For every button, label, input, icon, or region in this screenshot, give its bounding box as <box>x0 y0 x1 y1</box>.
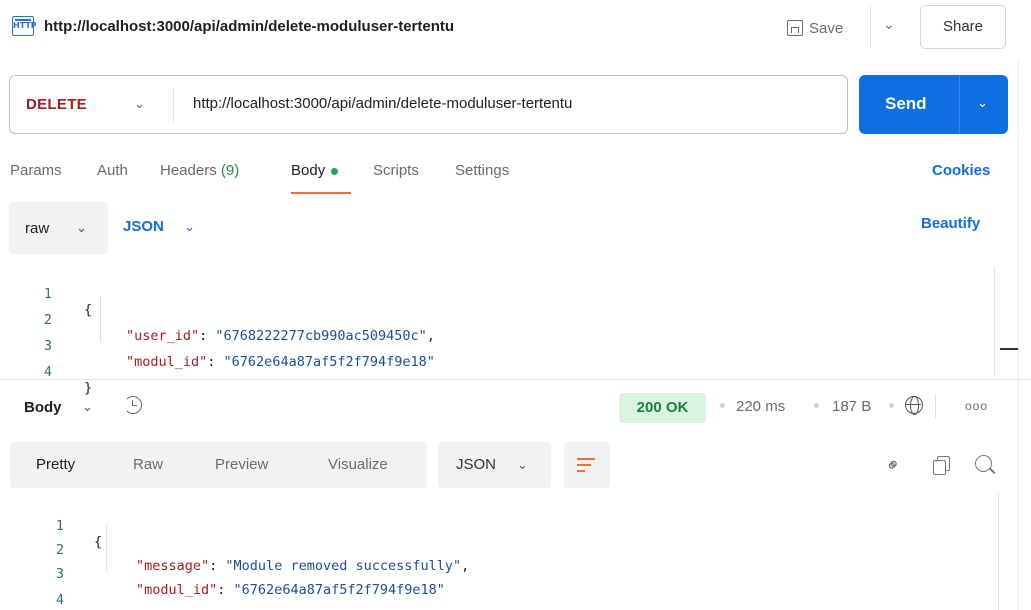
title-bar: HTTP http://localhost:3000/api/admin/del… <box>0 0 1031 60</box>
code-line: 1 { <box>0 502 102 550</box>
scrollbar[interactable] <box>998 492 999 610</box>
response-view-tabs: Pretty Raw Preview Visualize <box>10 442 427 488</box>
tab-pretty[interactable]: Pretty <box>36 456 75 473</box>
chevron-down-icon[interactable]: ⌄ <box>82 399 93 415</box>
active-tab-underline <box>291 192 351 194</box>
divider <box>870 6 871 48</box>
body-mode-label: raw <box>25 220 50 237</box>
copy-icon[interactable] <box>933 456 950 475</box>
indent-guide <box>100 296 101 342</box>
json-key: "message" <box>136 558 210 574</box>
divider <box>935 394 936 418</box>
tab-params[interactable]: Params <box>10 162 62 179</box>
save-options-chevron-icon[interactable]: ⌄ <box>883 16 895 33</box>
body-toolbar: raw ⌄ JSON ⌄ Beautify <box>9 202 1009 254</box>
pane-edge <box>1018 60 1019 610</box>
tab-scripts[interactable]: Scripts <box>373 162 419 179</box>
tab-body[interactable]: Body <box>291 162 339 179</box>
line-number: 2 <box>55 542 64 558</box>
save-button[interactable]: Save <box>787 14 843 42</box>
response-format-label: JSON <box>456 456 497 473</box>
chevron-down-icon[interactable]: ⌄ <box>184 219 195 235</box>
line-number: 3 <box>43 338 52 354</box>
save-label: Save <box>809 19 844 37</box>
line-number: 4 <box>43 364 52 380</box>
code-line: 3 "modul_id": "6762e64a87af5f2f794f9e18" <box>0 322 435 370</box>
line-number: 1 <box>55 518 64 534</box>
url-input[interactable] <box>193 95 793 112</box>
tab-settings[interactable]: Settings <box>455 162 509 179</box>
open-brace: { <box>84 302 93 318</box>
response-body-viewer[interactable]: 1 { 2 "message": "Module removed success… <box>0 502 1031 610</box>
indent-guide <box>106 525 107 571</box>
body-indicator-dot <box>331 167 339 175</box>
code-line: 3 "modul_id": "6762e64a87af5f2f794f9e18" <box>0 550 445 598</box>
history-icon[interactable] <box>124 396 142 414</box>
status-badge[interactable]: 200 OK <box>619 393 706 423</box>
separator-dot <box>814 403 819 408</box>
line-number: 1 <box>43 286 52 302</box>
line-number: 3 <box>55 566 64 582</box>
search-icon[interactable] <box>975 455 992 472</box>
method-select[interactable]: DELETE <box>26 96 87 113</box>
code-line: 4 } <box>0 576 102 610</box>
send-options-chevron-icon[interactable]: ⌄ <box>977 95 988 111</box>
json-key: "modul_id" <box>126 354 208 370</box>
response-format-select[interactable]: JSON ⌄ <box>438 442 551 488</box>
send-label: Send <box>885 94 927 113</box>
link-icon[interactable]: ⚭ <box>881 453 907 479</box>
chevron-down-icon[interactable]: ⌄ <box>134 96 145 112</box>
save-icon <box>787 20 803 36</box>
json-value: "6762e64a87af5f2f794f9e18" <box>223 354 435 370</box>
response-size[interactable]: 187 B <box>832 398 871 415</box>
tab-headers-label: Headers <box>160 162 217 179</box>
send-button[interactable]: Send ⌄ <box>859 75 1008 134</box>
divider <box>959 75 960 134</box>
more-icon[interactable]: ooo <box>965 399 988 413</box>
json-value: "6762e64a87af5f2f794f9e18" <box>233 582 445 598</box>
json-key: "user_id" <box>126 328 200 344</box>
http-icon: HTTP <box>12 16 37 36</box>
line-number: 4 <box>55 592 64 608</box>
open-brace: { <box>94 534 103 550</box>
line-number: 2 <box>43 312 52 328</box>
tab-raw[interactable]: Raw <box>133 456 163 473</box>
divider <box>173 88 174 122</box>
wrap-lines-button[interactable] <box>564 442 610 488</box>
tab-preview[interactable]: Preview <box>215 456 268 473</box>
json-value: "Module removed successfully" <box>225 558 462 574</box>
tab-body-label: Body <box>291 162 326 179</box>
code-line: 2 "user_id": "6768222277cb990ac509450c", <box>0 296 435 344</box>
response-body-label[interactable]: Body <box>24 399 62 416</box>
share-button[interactable]: Share <box>920 5 1006 49</box>
body-format-select[interactable]: JSON <box>123 218 164 235</box>
scrollbar[interactable] <box>994 266 995 376</box>
code-line: 2 "message": "Module removed successfull… <box>0 526 469 574</box>
pane-divider[interactable] <box>0 379 1031 380</box>
json-key: "modul_id" <box>136 582 218 598</box>
request-bar: DELETE ⌄ <box>9 75 848 134</box>
code-line: 4 } <box>0 348 92 396</box>
request-title[interactable]: http://localhost:3000/api/admin/delete-m… <box>44 18 454 35</box>
cookies-link[interactable]: Cookies <box>932 162 990 179</box>
separator-dot <box>889 403 894 408</box>
chevron-down-icon: ⌄ <box>517 457 528 472</box>
wrap-lines-icon <box>577 457 597 473</box>
tab-headers[interactable]: Headers (9) <box>160 162 239 179</box>
json-value: "6768222277cb990ac509450c" <box>215 328 427 344</box>
request-body-editor[interactable]: 1 { 2 "user_id": "6768222277cb990ac50945… <box>0 266 1031 396</box>
tab-auth[interactable]: Auth <box>97 162 128 179</box>
globe-icon[interactable] <box>905 396 923 415</box>
tab-visualize[interactable]: Visualize <box>328 456 388 473</box>
response-time[interactable]: 220 ms <box>736 398 785 415</box>
body-mode-select[interactable]: raw ⌄ <box>9 202 108 254</box>
code-line: 1 { <box>0 270 92 318</box>
beautify-button[interactable]: Beautify <box>921 215 980 232</box>
resize-handle[interactable] <box>1000 348 1018 350</box>
headers-count: (9) <box>220 162 240 179</box>
chevron-down-icon: ⌄ <box>76 220 87 235</box>
separator-dot <box>720 403 725 408</box>
close-brace: } <box>84 380 93 396</box>
